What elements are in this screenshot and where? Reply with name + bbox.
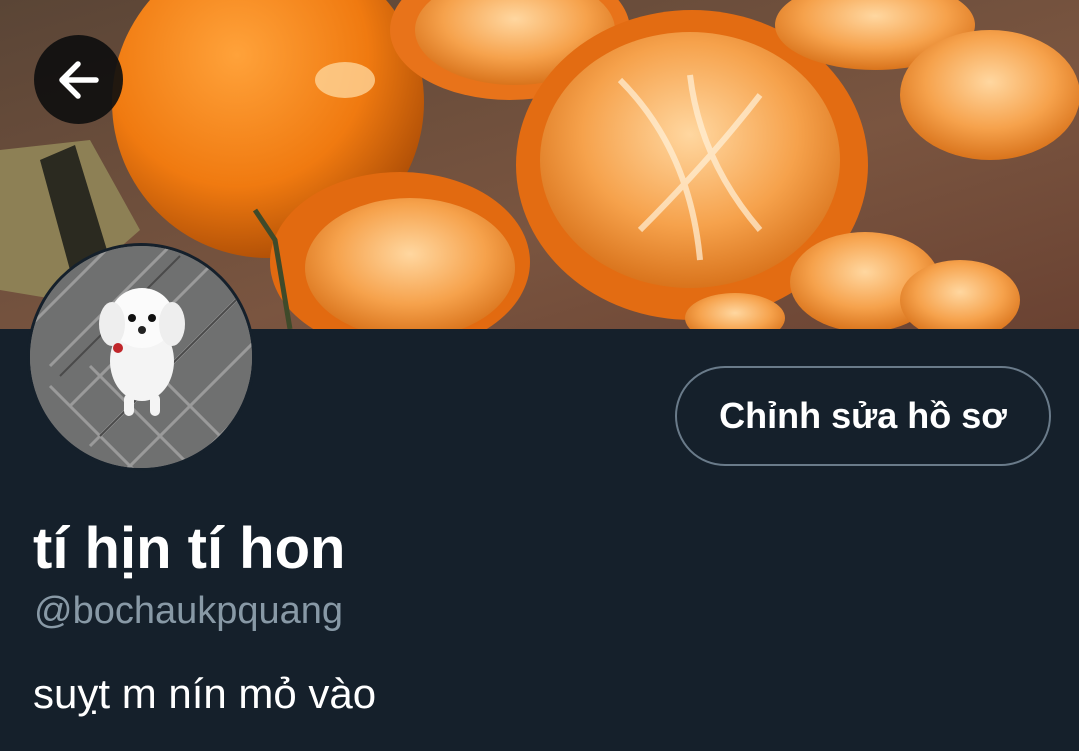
avatar[interactable] [27, 243, 255, 471]
display-name: tí hịn tí hon [33, 516, 346, 581]
profile-bio: suỵt m nín mỏ vào [33, 670, 377, 717]
back-button[interactable] [34, 35, 123, 124]
edit-profile-label: Chỉnh sửa hồ sơ [719, 395, 1007, 436]
avatar-image [30, 246, 252, 468]
edit-profile-button[interactable]: Chỉnh sửa hồ sơ [675, 366, 1051, 466]
arrow-left-icon [58, 60, 99, 99]
username-handle: @bochaukpquang [34, 590, 344, 632]
